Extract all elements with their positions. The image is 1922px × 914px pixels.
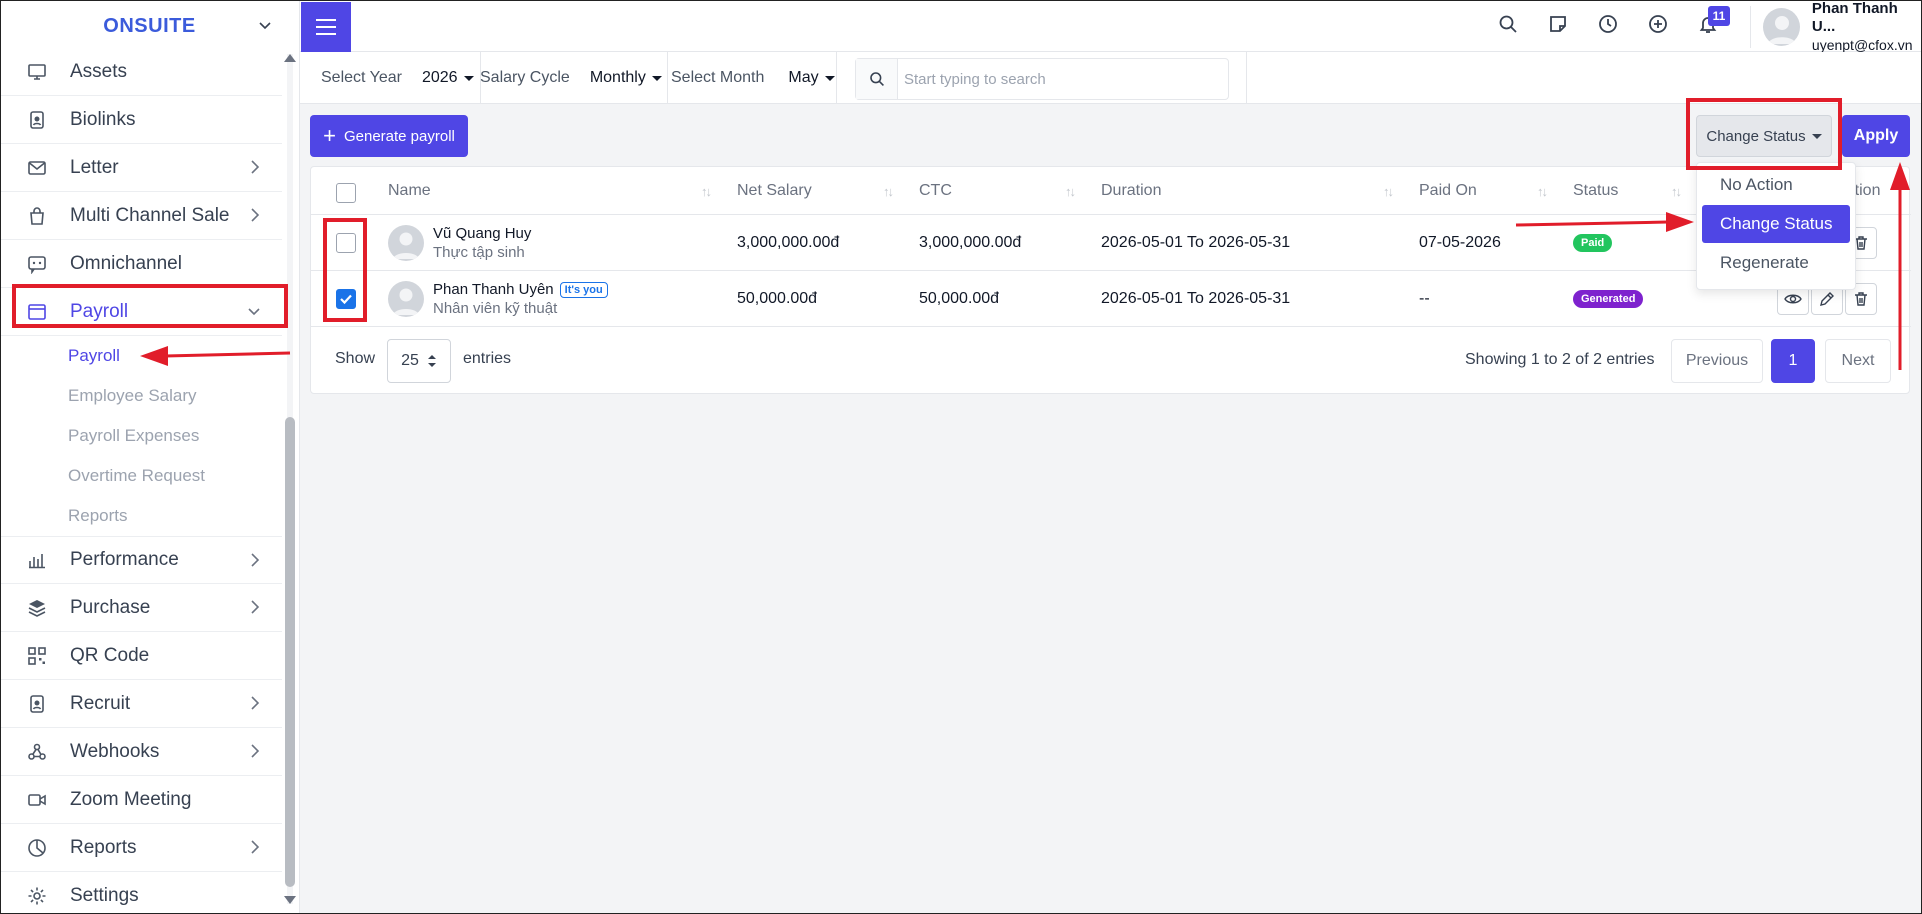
screen-frame: [0, 0, 1922, 914]
